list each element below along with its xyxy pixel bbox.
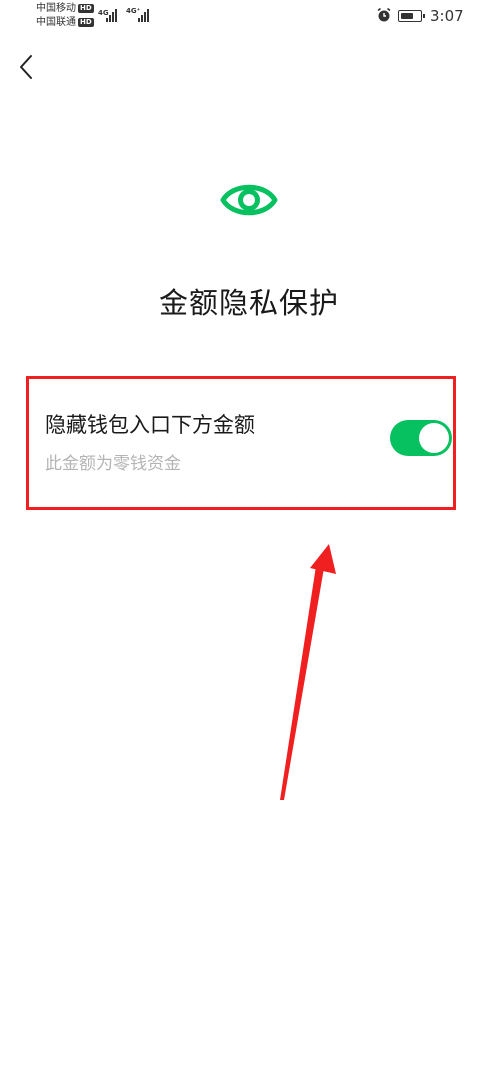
- battery-level: [401, 13, 413, 19]
- clock: 3:07: [430, 7, 464, 25]
- back-button[interactable]: [14, 52, 40, 82]
- privacy-settings-page: 中国移动 HD 中国联通 HD 4G 4G⁺ 3:07 金额隐私保护 隐藏钱包入口下…: [0, 0, 498, 1080]
- annotation-highlight-box: [26, 376, 456, 510]
- carrier-1: 中国移动 HD: [36, 3, 94, 15]
- signal-icon-2: [138, 8, 149, 22]
- annotation-arrow: [280, 544, 336, 800]
- signal-icon: [106, 8, 117, 22]
- page-title: 金额隐私保护: [158, 286, 339, 320]
- chevron-left-icon: [20, 55, 32, 79]
- carrier-2-label: 中国联通: [36, 17, 76, 28]
- carrier-1-label: 中国移动: [36, 3, 76, 14]
- hd-badge-2: HD: [78, 18, 94, 27]
- eye-icon: [220, 184, 278, 216]
- status-bar: 中国移动 HD 中国联通 HD 4G 4G⁺ 3:07: [0, 0, 498, 34]
- alarm-icon: [377, 7, 391, 22]
- battery-icon: [398, 10, 425, 22]
- carrier-2: 中国联通 HD: [36, 17, 94, 29]
- hd-badge-1: HD: [78, 4, 94, 13]
